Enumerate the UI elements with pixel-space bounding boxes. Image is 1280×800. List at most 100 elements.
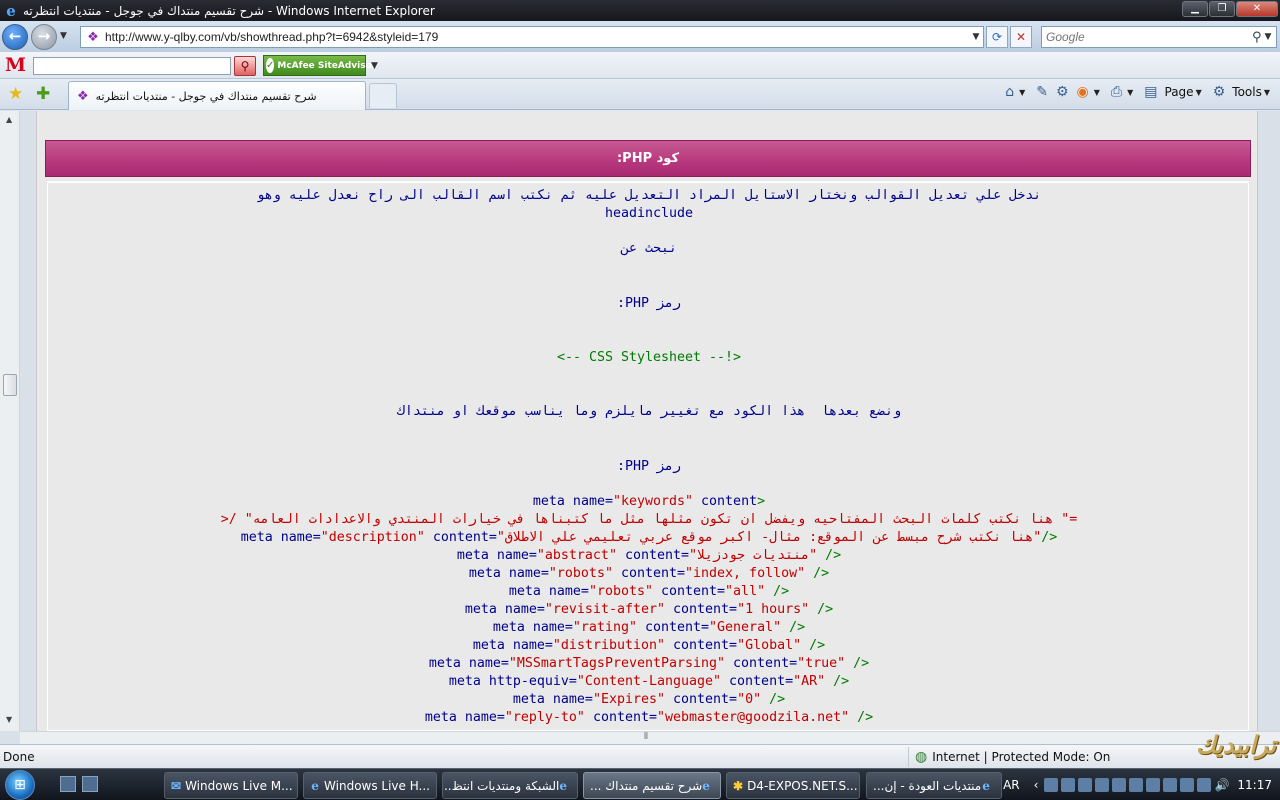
- scroll-grip-icon[interactable]: ⦀: [644, 732, 648, 742]
- code-token: "webmaster@goodzila.net": [657, 710, 850, 725]
- forum-post: كود PHP: ندخل علي تعديل القوالب ونختار ا…: [36, 111, 1258, 731]
- research-icon[interactable]: ✎: [1033, 84, 1051, 100]
- tray-icon[interactable]: [1095, 777, 1110, 792]
- back-button[interactable]: ←: [2, 24, 28, 50]
- toolbar-search-input[interactable]: [33, 57, 231, 75]
- address-bar[interactable]: ❖ http://www.y-qlby.com/vb/showthread.ph…: [80, 26, 984, 48]
- ie-icon: e: [702, 778, 710, 793]
- siteadvisor-dropdown-icon[interactable]: ▼: [371, 61, 378, 71]
- new-tab-button[interactable]: [369, 83, 397, 108]
- tools-menu-button[interactable]: Tools: [1232, 85, 1262, 99]
- search-box[interactable]: ⚲ ▼: [1041, 26, 1277, 48]
- search-input[interactable]: [1046, 30, 1246, 44]
- address-url[interactable]: http://www.y-qlby.com/vb/showthread.php?…: [105, 30, 969, 44]
- home-icon[interactable]: ⌂: [1002, 84, 1017, 100]
- code-block-header: كود PHP:: [45, 140, 1251, 177]
- page-dropdown-icon[interactable]: ▼: [1196, 88, 1202, 97]
- code-token: meta name=: [456, 548, 537, 563]
- code-token: meta name=: [428, 656, 509, 671]
- switch-windows-icon[interactable]: [82, 776, 98, 792]
- taskbar-item-active[interactable]: e شرح تقسيم منتداك ...: [583, 772, 721, 799]
- stop-button[interactable]: ✕: [1010, 26, 1032, 48]
- tray-icon[interactable]: [1061, 777, 1076, 792]
- taskbar-item[interactable]: ✉ Windows Live M...: [164, 772, 298, 799]
- toolbar-search-button[interactable]: ⚲: [234, 56, 256, 76]
- taskbar-item[interactable]: e الشبكة ومنتديات انتظ...: [442, 772, 578, 799]
- taskbar: ⊞ ✉ Windows Live M... e Windows Live H... …: [0, 768, 1280, 800]
- window-title-bar[interactable]: e شرح تقسيم منتداك في جوجل - منتديات انت…: [0, 0, 1280, 21]
- tray-icon[interactable]: [1197, 777, 1212, 792]
- tray-icon[interactable]: [1044, 777, 1059, 792]
- taskbar-item[interactable]: e منتديات العودة - إن...: [866, 772, 1002, 799]
- tools-dropdown-icon[interactable]: ▼: [1264, 88, 1270, 97]
- print-dropdown-icon[interactable]: ▼: [1127, 88, 1133, 97]
- language-indicator[interactable]: AR: [1003, 778, 1020, 792]
- code-line: meta name="revisit-after" content="1 hou…: [48, 601, 1248, 619]
- search-dropdown-icon[interactable]: ▼: [1265, 32, 1272, 42]
- status-text: Done: [3, 750, 35, 764]
- code-token: />: [809, 602, 834, 617]
- quick-launch: [60, 776, 98, 792]
- code-token: />: [845, 656, 870, 671]
- feeds-icon[interactable]: ◉: [1074, 84, 1092, 100]
- minimize-button[interactable]: ▁: [1182, 1, 1208, 17]
- taskbar-item[interactable]: ✱ D4-EXPOS.NET.S...: [726, 772, 860, 799]
- tray-icon[interactable]: [1078, 777, 1093, 792]
- code-token: content: [693, 494, 758, 509]
- page-icon: ▤: [1144, 84, 1158, 100]
- tray-icon[interactable]: [1146, 777, 1161, 792]
- code-token: content=: [616, 548, 690, 563]
- siteadvisor-button[interactable]: ✓ McAfee SiteAdvisor: [263, 55, 376, 76]
- history-dropdown-icon[interactable]: ▼: [60, 31, 67, 41]
- code-token: meta name=: [512, 692, 593, 707]
- favorites-star-icon[interactable]: ★: [8, 84, 23, 104]
- vertical-scrollbar[interactable]: ▲ ▼: [0, 111, 20, 731]
- print-icon[interactable]: ⎙: [1108, 84, 1125, 100]
- add-favorites-icon[interactable]: ✚: [36, 84, 50, 104]
- code-line: رمز PHP:: [616, 459, 682, 474]
- code-token: content=: [424, 530, 497, 545]
- clock[interactable]: 11:17: [1237, 778, 1272, 792]
- show-desktop-icon[interactable]: [60, 776, 76, 792]
- feeds-dropdown-icon[interactable]: ▼: [1094, 88, 1100, 97]
- security-zone[interactable]: ◍ Internet | Protected Mode: On: [908, 747, 1110, 767]
- translate-icon[interactable]: ⚙: [1053, 84, 1072, 100]
- tray-icon[interactable]: [1112, 777, 1127, 792]
- code-token: />: [761, 692, 786, 707]
- tray-icon[interactable]: [1180, 777, 1195, 792]
- home-dropdown-icon[interactable]: ▼: [1019, 88, 1025, 97]
- tray-expand-icon[interactable]: ‹: [1034, 778, 1039, 792]
- code-token: "AR": [793, 674, 826, 689]
- tab-active[interactable]: ❖ شرح تقسيم منتداك في جوجل - منتديات انت…: [68, 81, 366, 110]
- horizontal-scrollbar[interactable]: ⦀: [20, 731, 1280, 744]
- page-menu-button[interactable]: Page: [1165, 85, 1194, 99]
- globe-icon: ◍: [915, 749, 928, 765]
- siteadvisor-label: McAfee SiteAdvisor: [277, 60, 377, 71]
- code-line: meta name="robots" content="index, follo…: [48, 565, 1248, 583]
- watermark-logo: ترابيديك: [1195, 730, 1276, 759]
- code-token: "rating": [572, 620, 637, 635]
- code-line: meta name="distribution" content="Global…: [48, 637, 1248, 655]
- volume-icon[interactable]: 🔊: [1214, 778, 1229, 792]
- code-line: <-- CSS Stylesheet --!>: [556, 350, 742, 365]
- ie-logo-icon: e: [6, 1, 16, 20]
- code-token: "هنا نكتب شرح مبسط عن الموقع: مثال- اكبر…: [496, 530, 1042, 545]
- taskbar-item[interactable]: e Windows Live H...: [303, 772, 437, 799]
- refresh-button[interactable]: ⟳: [986, 26, 1008, 48]
- close-button[interactable]: ✕: [1236, 1, 1278, 17]
- code-token: "Global": [737, 638, 802, 653]
- scroll-up-icon[interactable]: ▲: [6, 115, 12, 124]
- start-button[interactable]: ⊞: [5, 770, 35, 800]
- forward-button[interactable]: →: [31, 24, 57, 50]
- ie-icon: e: [982, 778, 990, 793]
- scroll-down-icon[interactable]: ▼: [6, 715, 12, 724]
- address-dropdown-icon[interactable]: ▼: [969, 32, 983, 42]
- tray-icon[interactable]: [1163, 777, 1178, 792]
- code-token: "all": [725, 584, 766, 599]
- code-token: content=: [584, 710, 657, 725]
- tray-icon[interactable]: [1129, 777, 1144, 792]
- maximize-button[interactable]: ❐: [1209, 1, 1235, 17]
- code-token: />: [805, 566, 830, 581]
- search-icon[interactable]: ⚲: [1252, 30, 1262, 45]
- scroll-thumb[interactable]: [3, 374, 17, 396]
